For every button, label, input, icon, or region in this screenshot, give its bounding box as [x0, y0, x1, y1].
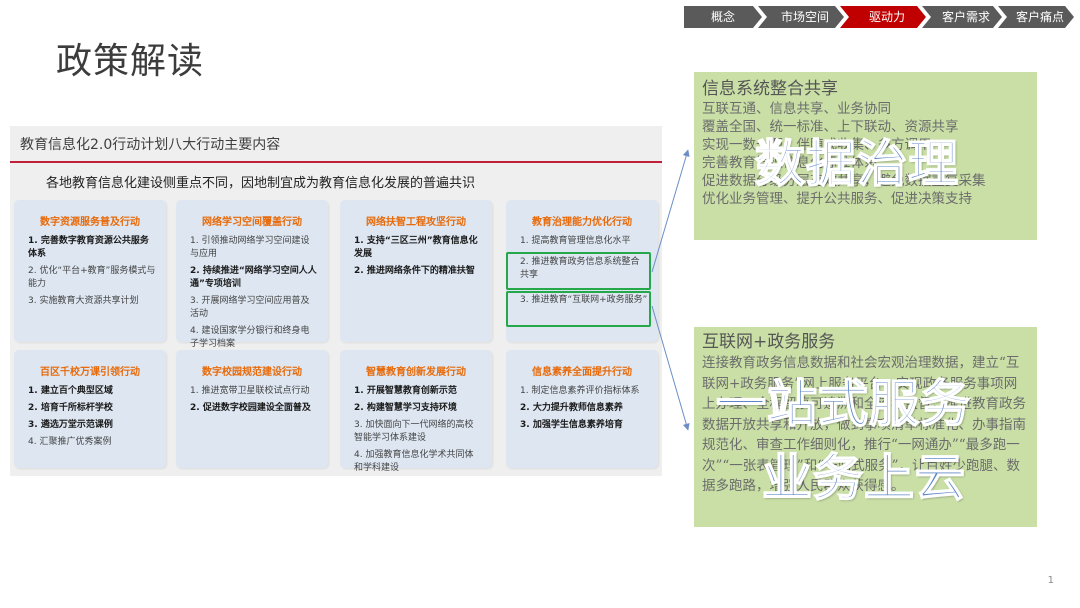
card-item: 4. 加强教育信息化学术共同体和学科建设	[354, 450, 474, 473]
card-item: 3. 开展网络学习空间应用普及活动	[190, 296, 310, 319]
card-title: 网络扶智工程攻坚行动	[366, 217, 466, 228]
action-card: 数字资源服务普及行动 1. 完善数字教育资源公共服务体系 2. 优化“平台+教育…	[14, 200, 166, 342]
nav-tab-1[interactable]: 市场空间	[758, 6, 844, 28]
action-card: 网络学习空间覆盖行动 1. 引领推动网络学习空间建设与应用 2. 持续推进“网络…	[176, 200, 328, 349]
action-plan-panel: 教育信息化2.0行动计划八大行动主要内容 各地教育信息化建设侧重点不同，因地制宜…	[10, 126, 662, 476]
nav-tab-0[interactable]: 概念	[684, 6, 762, 28]
card-title: 网络学习空间覆盖行动	[202, 217, 302, 228]
action-card: 百区千校万课引领行动 1. 建立百个典型区域 2. 培育千所标杆学校 3. 遴选…	[14, 350, 166, 468]
card-item: 2. 培育千所标杆学校	[28, 403, 113, 413]
highlight-box-internet-plus	[506, 291, 651, 327]
box-title: 信息系统整合共享	[702, 79, 838, 99]
card-item: 2. 推进网络条件下的精准扶智	[354, 266, 475, 276]
nav-tab-2[interactable]: 驱动力	[840, 6, 926, 28]
card-item: 3. 加强学生信息素养培育	[520, 420, 623, 430]
page-title: 政策解读	[56, 41, 205, 82]
card-item: 1. 建立百个典型区域	[28, 386, 113, 396]
box-line: 互联互通、信息共享、业务协同	[702, 101, 891, 117]
card-title: 数字校园规范建设行动	[202, 367, 302, 378]
card-item: 1. 引领推动网络学习空间建设与应用	[190, 236, 310, 259]
card-item: 1. 提高教育管理信息化水平	[520, 236, 631, 246]
card-item: 3. 加快面向下一代网络的高校智能学习体系建设	[354, 420, 474, 443]
card-item: 1. 制定信息素养评价指标体系	[520, 386, 640, 396]
page-number: 1	[1047, 575, 1054, 586]
card-item: 4. 汇聚推广优秀案例	[28, 437, 112, 447]
card-title: 数字资源服务普及行动	[40, 217, 140, 228]
card-item: 1. 推进宽带卫星联校试点行动	[190, 386, 310, 396]
card-title: 智慧教育创新发展行动	[366, 367, 466, 378]
card-title: 信息素养全面提升行动	[532, 367, 632, 378]
card-item: 2. 优化“平台+教育”服务模式与能力	[28, 266, 156, 289]
nav-tab-4[interactable]: 客户痛点	[998, 6, 1074, 28]
card-item: 1. 开展智慧教育创新示范	[354, 386, 457, 396]
section-nav: 概念 市场空间 驱动力 客户需求 客户痛点	[684, 6, 1074, 28]
overlay-data-governance: 数据治理	[754, 134, 959, 194]
overlay-one-stop-service: 一站式服务	[715, 374, 971, 434]
action-card: 智慧教育创新发展行动 1. 开展智慧教育创新示范 2. 构建智慧学习支持环境 3…	[340, 350, 492, 473]
panel-title: 教育信息化2.0行动计划八大行动主要内容	[20, 137, 281, 153]
card-item: 1. 完善数字教育资源公共服务体系	[28, 236, 149, 259]
card-title: 教育治理能力优化行动	[532, 217, 632, 228]
card-title: 百区千校万课引领行动	[40, 367, 140, 378]
card-item: 3. 遴选万堂示范课例	[28, 420, 113, 430]
action-card: 数字校园规范建设行动 1. 推进宽带卫星联校试点行动 2. 促进数字校园建设全面…	[176, 350, 328, 468]
card-item: 2. 促进数字校园建设全面普及	[190, 403, 311, 413]
action-card: 网络扶智工程攻坚行动 1. 支持“三区三州”教育信息化发展 2. 推进网络条件下…	[340, 200, 492, 342]
card-item: 4. 建设国家学分银行和终身电子学习档案	[190, 326, 310, 349]
card-item: 1. 支持“三区三州”教育信息化发展	[354, 236, 478, 259]
card-item: 2. 构建智慧学习支持环境	[354, 403, 457, 413]
highlight-box-integration	[506, 252, 651, 290]
card-item: 2. 大力提升教师信息素养	[520, 403, 623, 413]
panel-divider	[10, 161, 662, 163]
card-item: 2. 持续推进“网络学习空间人人通”专项培训	[190, 266, 317, 289]
action-card: 信息素养全面提升行动 1. 制定信息素养评价指标体系 2. 大力提升教师信息素养…	[506, 350, 658, 468]
card-item: 3. 实施教育大资源共享计划	[28, 296, 139, 306]
panel-subtitle: 各地教育信息化建设侧重点不同，因地制宜成为教育信息化发展的普遍共识	[46, 176, 476, 191]
nav-tab-3[interactable]: 客户需求	[922, 6, 1002, 28]
box-title: 互联网+政务服务	[702, 332, 836, 352]
overlay-business-cloud: 业务上云	[761, 448, 966, 508]
